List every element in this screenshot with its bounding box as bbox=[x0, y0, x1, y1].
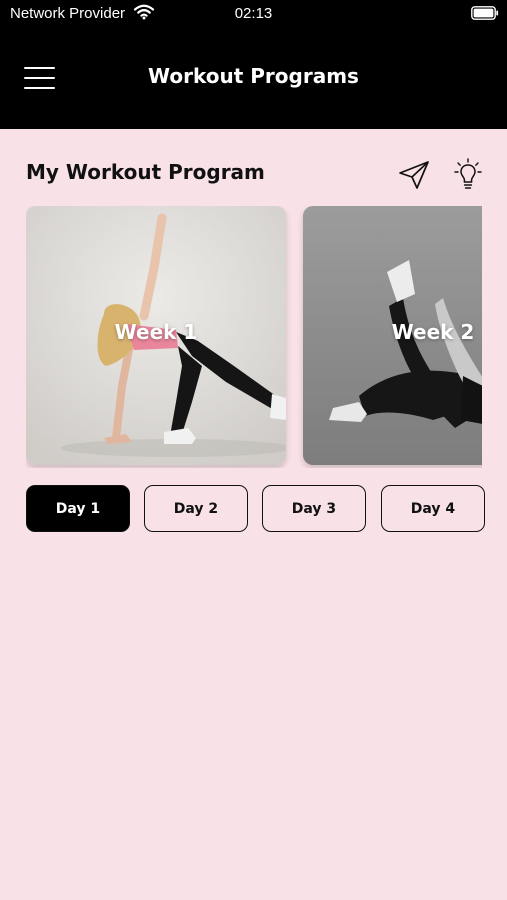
lightbulb-icon[interactable] bbox=[454, 158, 482, 192]
week-card-2[interactable]: Week 2 bbox=[303, 206, 482, 465]
day-button-3[interactable]: Day 3 bbox=[262, 485, 366, 532]
paper-plane-icon[interactable] bbox=[398, 160, 430, 190]
battery-icon bbox=[471, 6, 499, 20]
status-time: 02:13 bbox=[234, 5, 273, 22]
week-label: Week 1 bbox=[114, 320, 198, 344]
week-label: Week 2 bbox=[391, 320, 475, 344]
day-button-4[interactable]: Day 4 bbox=[381, 485, 485, 532]
week-card-1[interactable]: Week 1 bbox=[26, 206, 286, 465]
page-title: Workout Programs bbox=[148, 64, 359, 88]
app-header: Network Provider 02:13 Workout Programs bbox=[0, 0, 507, 129]
status-bar: Network Provider 02:13 bbox=[0, 0, 507, 28]
day-button-2[interactable]: Day 2 bbox=[144, 485, 248, 532]
day-selector: Day 1 Day 2 Day 3 Day 4 bbox=[26, 485, 507, 532]
section-title: My Workout Program bbox=[26, 160, 265, 184]
week-carousel[interactable]: Week 1 Week 2 bbox=[26, 206, 482, 468]
day-button-1[interactable]: Day 1 bbox=[26, 485, 130, 532]
